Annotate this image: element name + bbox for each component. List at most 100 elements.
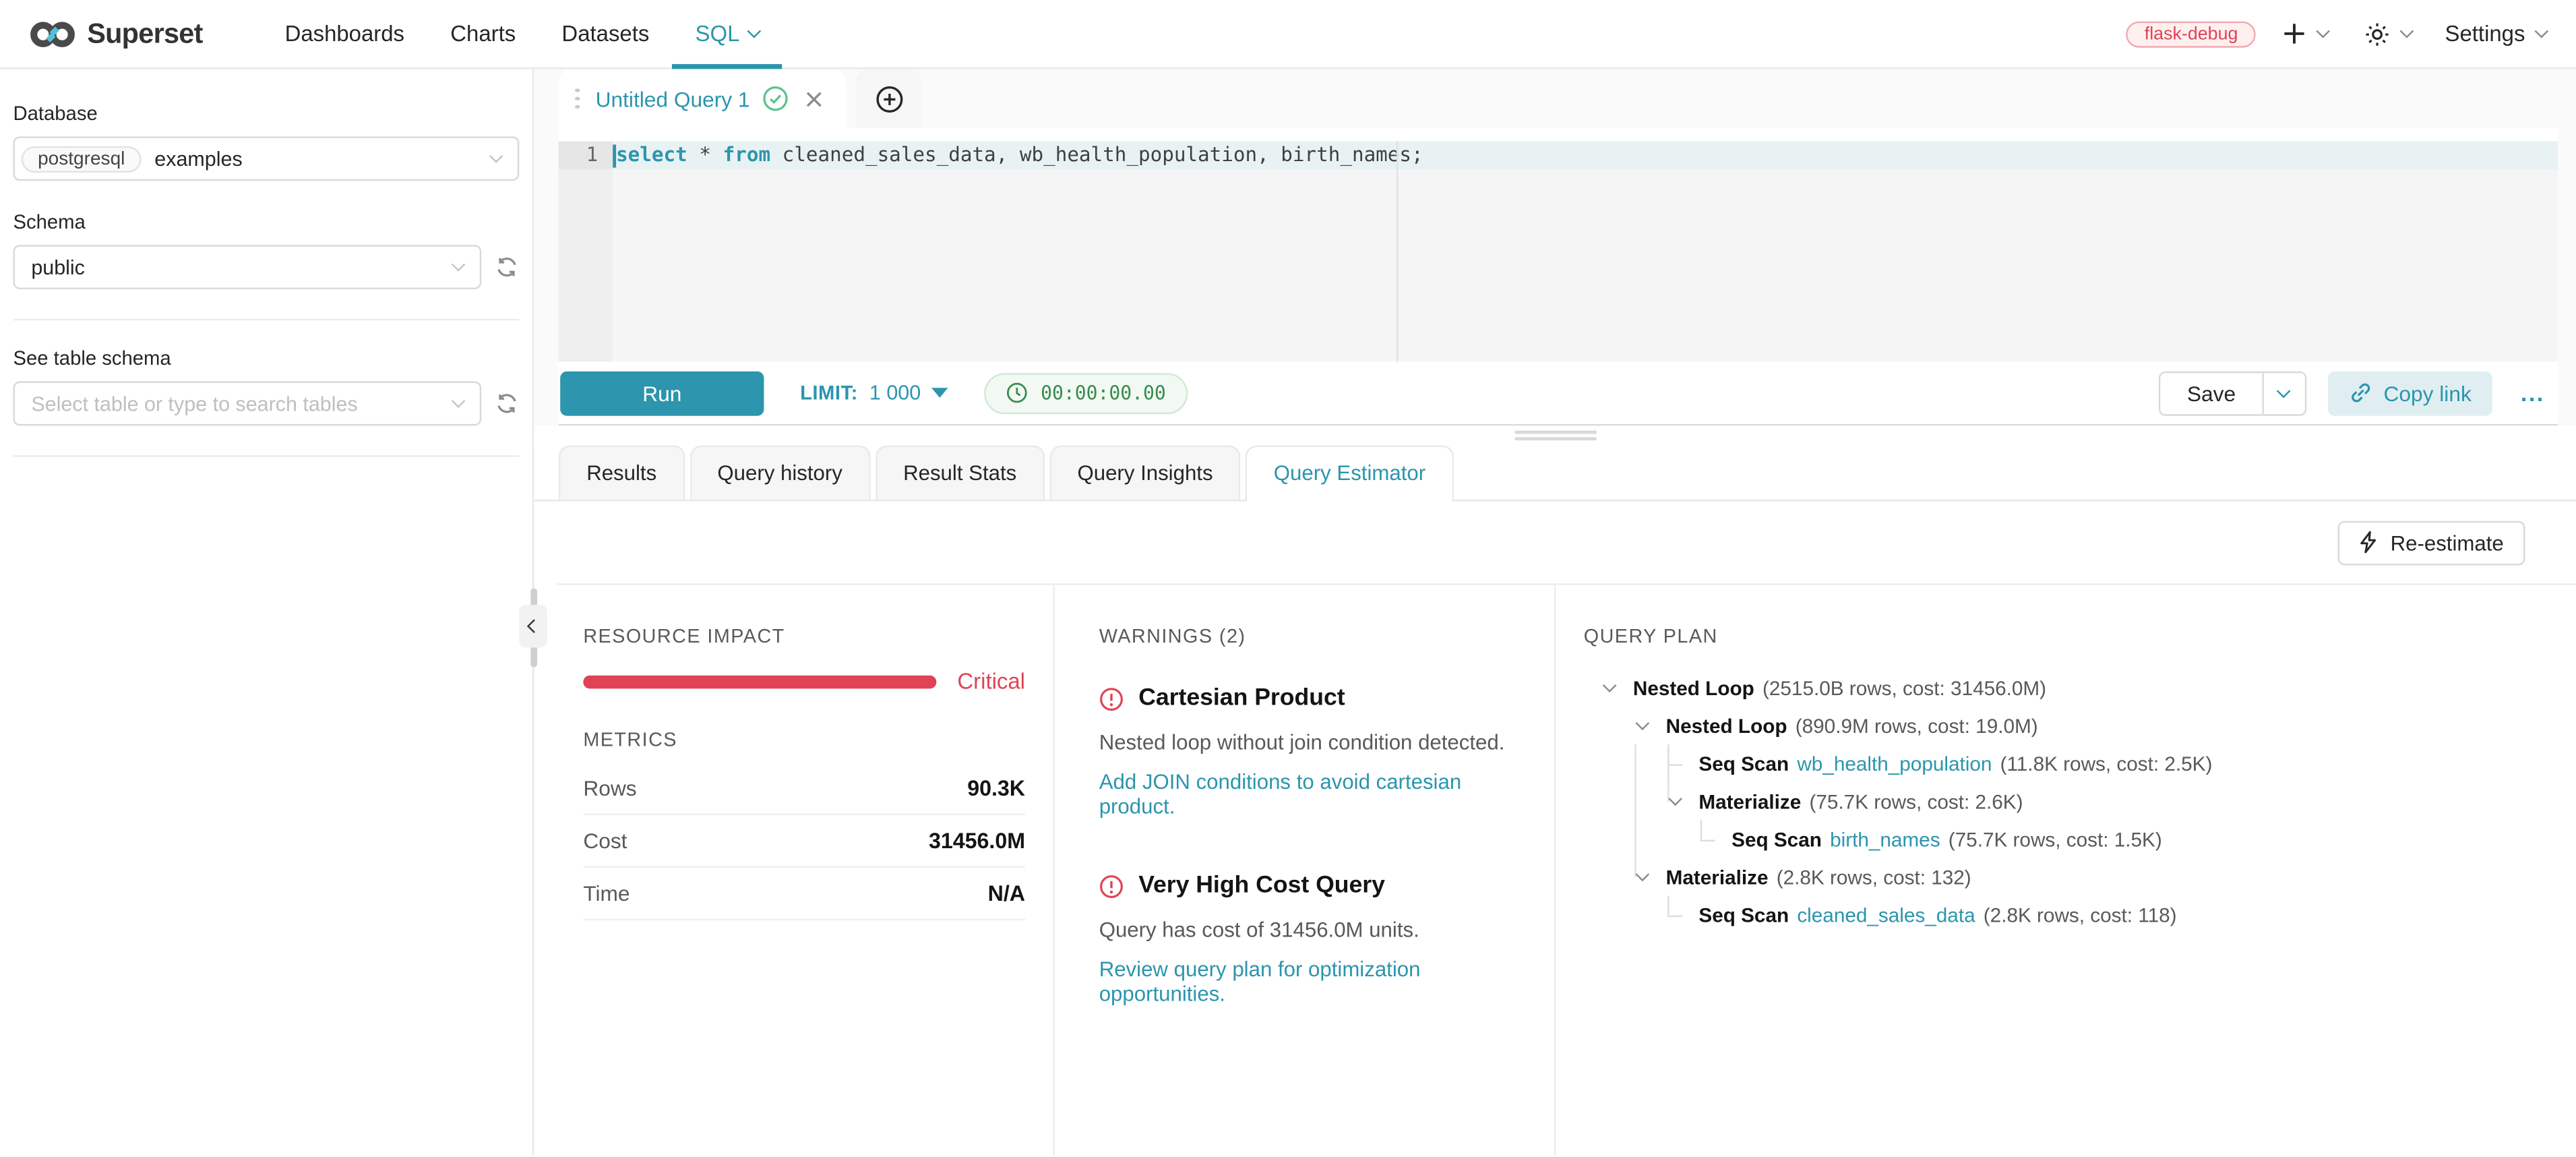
result-tab-query-history[interactable]: Query history <box>689 446 870 500</box>
run-button[interactable]: Run <box>560 371 764 415</box>
query-plan-node: Seq Scancleaned_sales_data(2.8K rows, co… <box>1584 895 2544 933</box>
warnings-panel: WARNINGS (2) Cartesian ProductNested loo… <box>1055 585 1556 1156</box>
south-pane: ResultsQuery historyResult StatsQuery In… <box>534 447 2576 1156</box>
chevron-down-icon <box>1669 792 1682 805</box>
warning-suggestion-link[interactable]: Review query plan for optimization oppor… <box>1099 957 1521 1006</box>
more-actions-button[interactable]: ... <box>2514 380 2551 406</box>
line-number: 1 <box>559 142 613 169</box>
schema-label: Schema <box>13 210 520 233</box>
chevron-down-icon <box>1636 717 1649 730</box>
result-tab-results[interactable]: Results <box>559 446 685 500</box>
plan-node-name: Nested Loop <box>1666 714 1787 737</box>
plan-node-name: Seq Scan <box>1698 752 1789 775</box>
schema-value: public <box>31 256 85 278</box>
warning-title: Very High Cost Query <box>1138 872 1385 899</box>
sqllab-sidebar: Database postgresql examples Schema publ… <box>0 69 534 1155</box>
database-select[interactable]: postgresql examples <box>13 136 520 181</box>
database-engine-tag: postgresql <box>22 146 142 172</box>
nav-item-sql[interactable]: SQL <box>672 0 782 67</box>
query-plan-node: Materialize(75.7K rows, cost: 2.6K) <box>1584 782 2544 820</box>
copy-link-label: Copy link <box>2383 380 2471 405</box>
expand-chevron-icon[interactable] <box>1663 799 1689 803</box>
schema-select[interactable]: public <box>13 245 482 289</box>
nav-item-datasets[interactable]: Datasets <box>539 0 672 67</box>
metric-value: N/A <box>988 881 1025 906</box>
nav-item-dashboards[interactable]: Dashboards <box>262 0 427 67</box>
metric-row: Cost31456.0M <box>583 815 1025 868</box>
sql-code-line: select * from cleaned_sales_data, wb_hea… <box>613 142 2558 169</box>
expand-chevron-icon[interactable] <box>1597 686 1623 690</box>
tree-guide-line <box>1634 744 1636 782</box>
plan-node-meta: (890.9M rows, cost: 19.0M) <box>1796 714 2038 737</box>
settings-label: Settings <box>2445 22 2525 47</box>
sql-editor[interactable]: 1 select * from cleaned_sales_data, wb_h… <box>559 142 2558 362</box>
collapse-sidebar-button[interactable] <box>519 605 547 647</box>
refresh-schema-icon[interactable] <box>495 255 520 280</box>
chevron-down-icon <box>2400 24 2414 38</box>
tree-connector-icon <box>1663 895 1689 933</box>
warning-suggestion-link[interactable]: Add JOIN conditions to avoid cartesian p… <box>1099 769 1521 819</box>
new-item-menu[interactable] <box>2273 22 2339 47</box>
impact-level-bar <box>583 675 936 688</box>
limit-label: LIMIT: <box>800 382 858 405</box>
reestimate-button[interactable]: Re-estimate <box>2338 520 2525 564</box>
query-plan-heading: QUERY PLAN <box>1584 624 2544 647</box>
resource-impact-heading: RESOURCE IMPACT <box>583 624 1025 647</box>
sql-token: from <box>723 142 770 169</box>
result-tab-query-estimator[interactable]: Query Estimator <box>1246 446 1453 500</box>
expand-chevron-icon[interactable] <box>1630 874 1656 879</box>
plan-node-table-link[interactable]: birth_names <box>1830 827 1940 850</box>
close-tab-icon[interactable] <box>805 90 824 108</box>
save-split-button: Save <box>2159 371 2306 415</box>
editor-code-area[interactable]: select * from cleaned_sales_data, wb_hea… <box>613 142 2558 362</box>
expand-chevron-icon[interactable] <box>1630 723 1656 728</box>
result-tab-result-stats[interactable]: Result Stats <box>876 446 1045 500</box>
warnings-list: Cartesian ProductNested loop without joi… <box>1099 685 1521 1005</box>
panel-splitter <box>534 425 2576 447</box>
reestimate-row: Re-estimate <box>534 501 2576 583</box>
chevron-down-icon <box>2317 24 2331 38</box>
estimator-panels: RESOURCE IMPACT Critical METRICS Rows90.… <box>557 583 2576 1155</box>
chevron-down-icon <box>489 149 503 163</box>
result-tab-query-insights[interactable]: Query Insights <box>1049 446 1241 500</box>
superset-brand[interactable]: Superset <box>30 18 203 51</box>
warning-item: Cartesian ProductNested loop without joi… <box>1099 685 1521 818</box>
drag-handle-icon[interactable] <box>572 85 582 112</box>
chevron-left-icon <box>526 619 541 633</box>
table-select[interactable]: Select table or type to search tables <box>13 382 482 426</box>
lightning-icon <box>2359 531 2377 554</box>
splitter-drag-handle[interactable] <box>1514 431 1596 444</box>
main-nav: DashboardsChartsDatasetsSQL <box>262 0 782 67</box>
plan-node-name: Seq Scan <box>1698 903 1789 926</box>
plan-node-name: Nested Loop <box>1633 676 1754 699</box>
database-label: Database <box>13 102 520 125</box>
query-saved-check-icon <box>763 86 789 112</box>
save-button[interactable]: Save <box>2161 372 2262 413</box>
page-body: Database postgresql examples Schema publ… <box>0 69 2576 1155</box>
query-plan-node: Seq Scan wb_health_population (11.8K rows,… <box>1584 744 2544 782</box>
warnings-heading: WARNINGS (2) <box>1099 624 1521 647</box>
plan-node-meta: (11.8K rows, cost: 2.5K) <box>2000 752 2213 775</box>
new-tab-button[interactable] <box>876 85 903 113</box>
plan-node-table-link[interactable]: wb_health_population <box>1797 752 1992 775</box>
warning-header: Cartesian Product <box>1099 685 1521 711</box>
settings-menu[interactable]: Settings <box>2439 22 2553 47</box>
plan-node-table-link[interactable]: cleaned_sales_data <box>1797 903 1975 926</box>
table-schema-label: See table schema <box>13 347 520 369</box>
theme-menu[interactable] <box>2354 20 2422 47</box>
refresh-tables-icon[interactable] <box>495 391 520 416</box>
top-navbar: Superset DashboardsChartsDatasetsSQL fla… <box>0 0 2576 69</box>
limit-dropdown[interactable]: LIMIT: 1 000 <box>800 382 949 405</box>
timer-value: 00:00:00.00 <box>1041 382 1166 405</box>
save-options-button[interactable] <box>2262 372 2304 413</box>
nav-item-charts[interactable]: Charts <box>427 0 539 67</box>
plus-icon <box>2282 22 2307 47</box>
copy-link-button[interactable]: Copy link <box>2328 371 2493 415</box>
query-tab[interactable]: Untitled Query 1 <box>559 69 847 128</box>
resource-impact-panel: RESOURCE IMPACT Critical METRICS Rows90.… <box>557 585 1055 1156</box>
sql-token: select <box>616 142 687 169</box>
query-timer: 00:00:00.00 <box>985 372 1187 413</box>
impact-level-label: Critical <box>957 669 1025 694</box>
table-select-placeholder: Select table or type to search tables <box>31 392 357 415</box>
sidebar-divider <box>13 319 520 320</box>
